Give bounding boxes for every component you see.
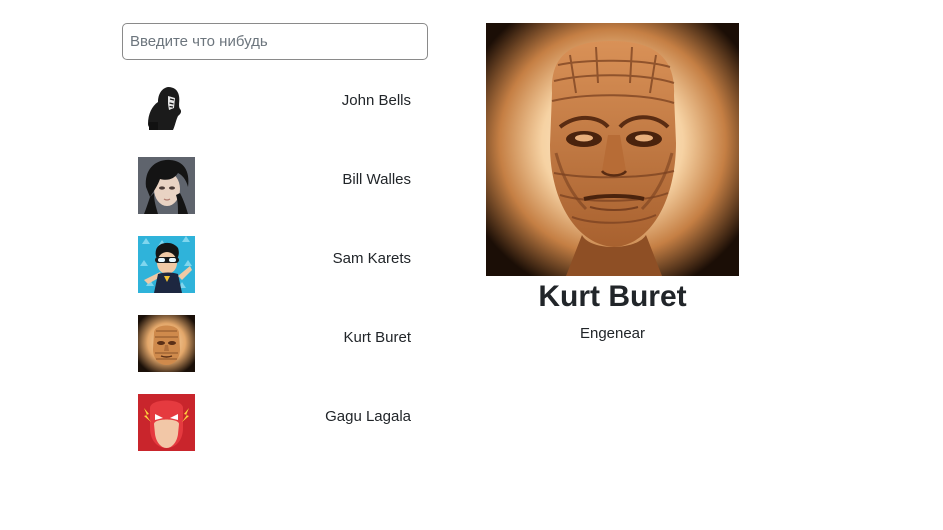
hooded-silhouette-avatar — [138, 78, 195, 135]
contacts-app: John Bells Bi — [0, 0, 943, 530]
search-input[interactable] — [122, 23, 428, 60]
contacts-panel: John Bells Bi — [122, 23, 428, 451]
mummy-face-avatar — [138, 315, 195, 372]
red-masked-hero-avatar — [138, 394, 195, 451]
contact-name: Gagu Lagala — [325, 408, 411, 425]
contact-name: John Bells — [341, 92, 411, 109]
contact-name: Bill Walles — [342, 171, 411, 188]
list-item[interactable]: Kurt Buret — [122, 315, 428, 372]
mummy-face-photo — [486, 23, 739, 276]
selected-contact-role: Engenear — [579, 325, 646, 342]
contact-name: Sam Karets — [332, 250, 411, 267]
selected-contact-name: Kurt Buret — [538, 280, 687, 313]
goggles-hero-avatar — [138, 236, 195, 293]
contact-name: Kurt Buret — [343, 329, 411, 346]
dark-hair-portrait-avatar — [138, 157, 195, 214]
list-item[interactable]: Gagu Lagala — [122, 394, 428, 451]
list-item[interactable]: Bill Walles — [122, 157, 428, 214]
contact-detail: Kurt Buret Engenear — [486, 23, 739, 343]
list-item[interactable]: Sam Karets — [122, 236, 428, 293]
list-item[interactable]: John Bells — [122, 78, 428, 135]
